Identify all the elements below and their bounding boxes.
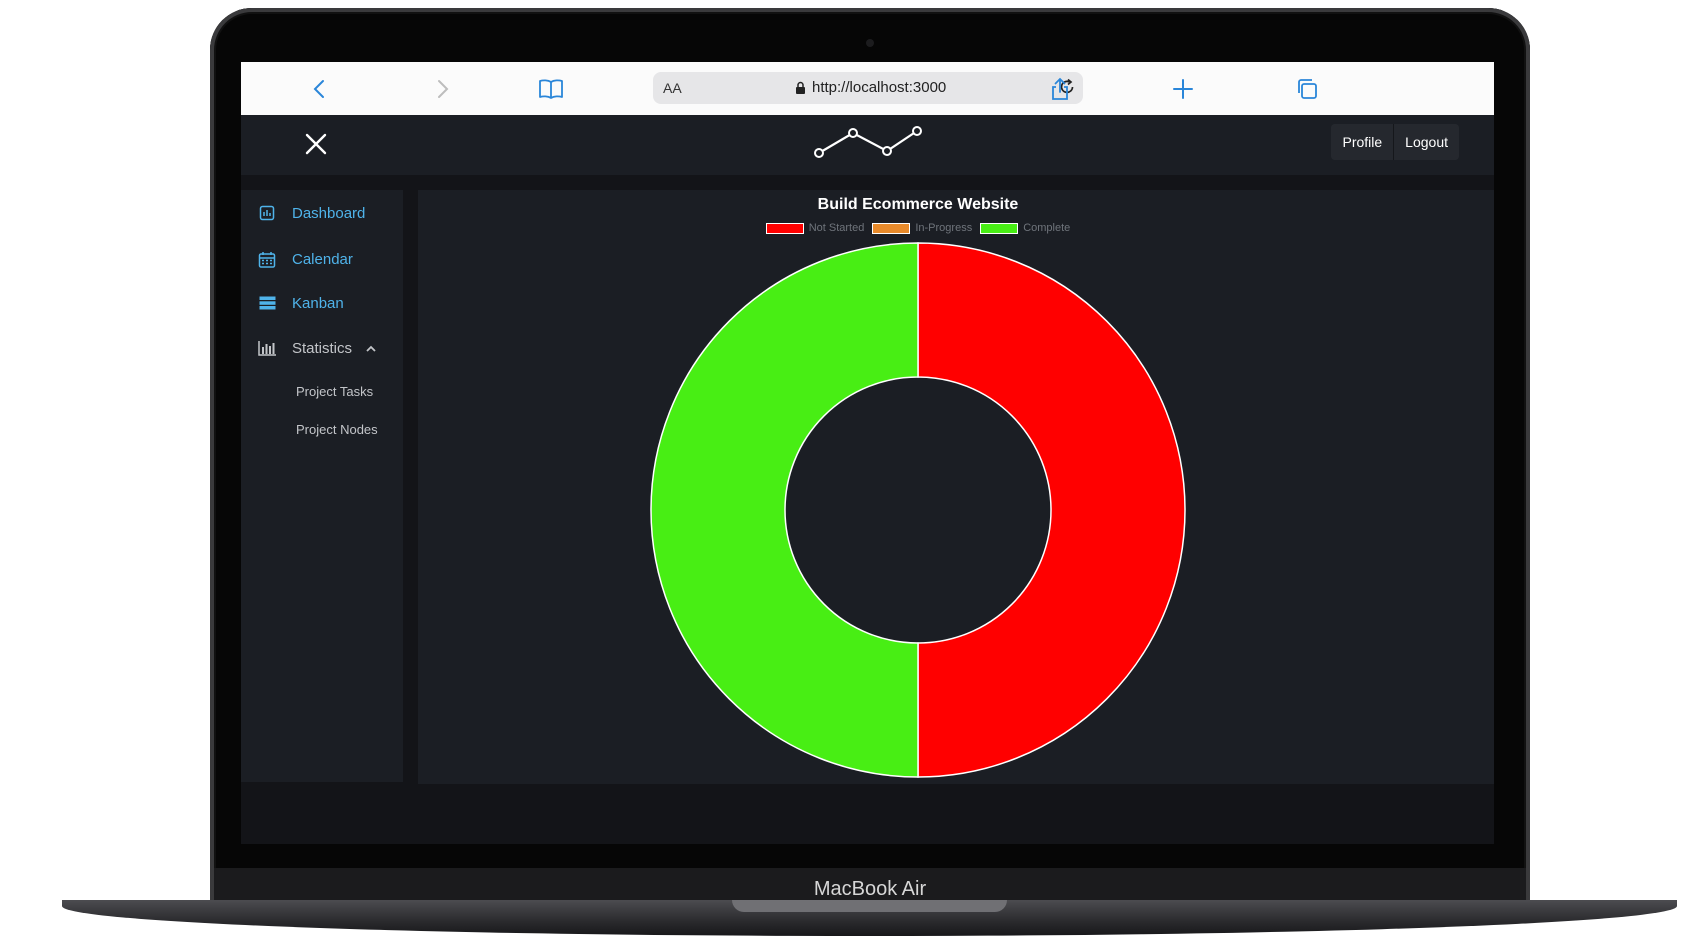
browser-toolbar: AA http://localhost:3000 xyxy=(241,62,1494,116)
kanban-icon xyxy=(258,294,276,312)
chevron-right-icon xyxy=(438,80,449,98)
sidebar-item-dashboard[interactable]: Dashboard xyxy=(258,200,365,226)
sidebar-item-label: Kanban xyxy=(292,294,344,312)
sidebar-subitem-project-nodes[interactable]: Project Nodes xyxy=(296,422,378,437)
sidebar: Dashboard Calendar Kanban Statistics Pro… xyxy=(241,190,403,782)
url-display: http://localhost:3000 xyxy=(795,79,946,96)
tabs-button[interactable] xyxy=(1292,74,1322,104)
doughnut-slice-not-started[interactable] xyxy=(917,242,1186,778)
chevron-up-icon xyxy=(366,345,376,352)
address-bar[interactable]: AA http://localhost:3000 xyxy=(653,72,1083,104)
calendar-icon xyxy=(258,250,276,268)
screen-bottom xyxy=(241,784,1494,844)
laptop-notch xyxy=(732,900,1007,912)
sidebar-item-label: Dashboard xyxy=(292,204,366,222)
new-tab-button[interactable] xyxy=(1168,74,1198,104)
tabs-icon xyxy=(1298,79,1317,99)
plus-icon xyxy=(1173,79,1193,99)
sidebar-item-label: Calendar xyxy=(292,250,353,268)
share-button[interactable] xyxy=(1045,74,1075,104)
text-size-button[interactable]: AA xyxy=(663,80,682,96)
bookmarks-button[interactable] xyxy=(536,74,566,104)
doughnut-chart xyxy=(650,242,1186,778)
dashboard-icon xyxy=(258,204,276,222)
sidebar-subitem-project-tasks[interactable]: Project Tasks xyxy=(296,384,373,399)
book-icon xyxy=(539,79,563,99)
sidebar-item-label: Statistics xyxy=(292,339,353,357)
share-icon xyxy=(1052,77,1068,100)
app-logo xyxy=(811,121,923,166)
doughnut-slice-complete[interactable] xyxy=(650,242,919,778)
bar-chart-icon xyxy=(258,339,276,357)
screen: AA http://localhost:3000 Profile Logout … xyxy=(241,62,1494,844)
url-text: http://localhost:3000 xyxy=(812,79,947,96)
header-actions: Profile Logout xyxy=(1331,124,1459,160)
camera xyxy=(866,39,874,47)
forward-button[interactable] xyxy=(428,74,458,104)
chart-title: Build Ecommerce Website xyxy=(817,196,1019,213)
sidebar-item-statistics[interactable]: Statistics xyxy=(258,335,376,361)
sidebar-item-calendar[interactable]: Calendar xyxy=(258,246,353,272)
close-icon xyxy=(305,133,327,155)
line-chart-logo-icon xyxy=(814,126,922,158)
back-button[interactable] xyxy=(304,74,334,104)
device-label: MacBook Air xyxy=(813,877,927,900)
profile-button[interactable]: Profile xyxy=(1331,124,1394,160)
chevron-left-icon xyxy=(313,80,324,98)
lock-icon xyxy=(796,81,805,94)
logout-button[interactable]: Logout xyxy=(1393,124,1459,160)
main-content: Build Ecommerce Website Not Started In-Pr… xyxy=(418,190,1494,784)
app-header: Profile Logout xyxy=(241,115,1494,175)
sidebar-item-kanban[interactable]: Kanban xyxy=(258,290,344,316)
close-sidebar-button[interactable] xyxy=(305,133,327,160)
